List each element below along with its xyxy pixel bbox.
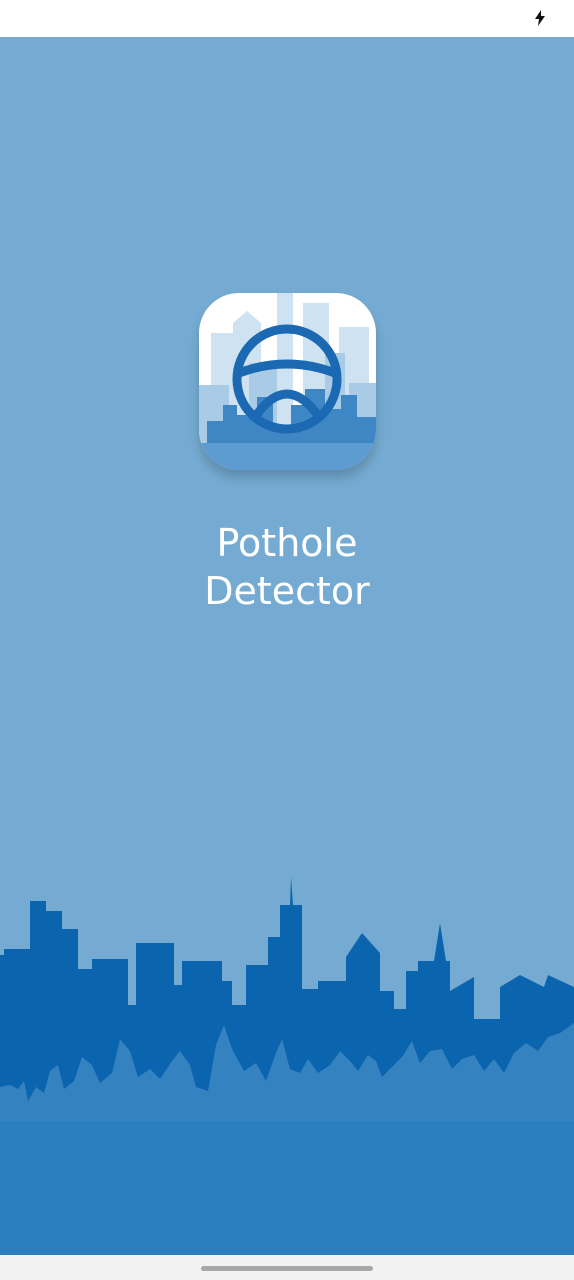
splash-screen: Pothole Detector xyxy=(0,37,574,1255)
home-indicator[interactable] xyxy=(201,1266,373,1271)
charging-bolt-icon xyxy=(535,10,545,26)
app-title-line-1: Pothole xyxy=(216,521,358,565)
navigation-bar xyxy=(0,1255,574,1280)
app-icon xyxy=(199,293,376,470)
city-skyline-illustration xyxy=(0,877,574,1255)
status-bar xyxy=(0,0,574,37)
app-title: Pothole Detector xyxy=(0,519,574,615)
app-title-line-2: Detector xyxy=(204,569,370,613)
